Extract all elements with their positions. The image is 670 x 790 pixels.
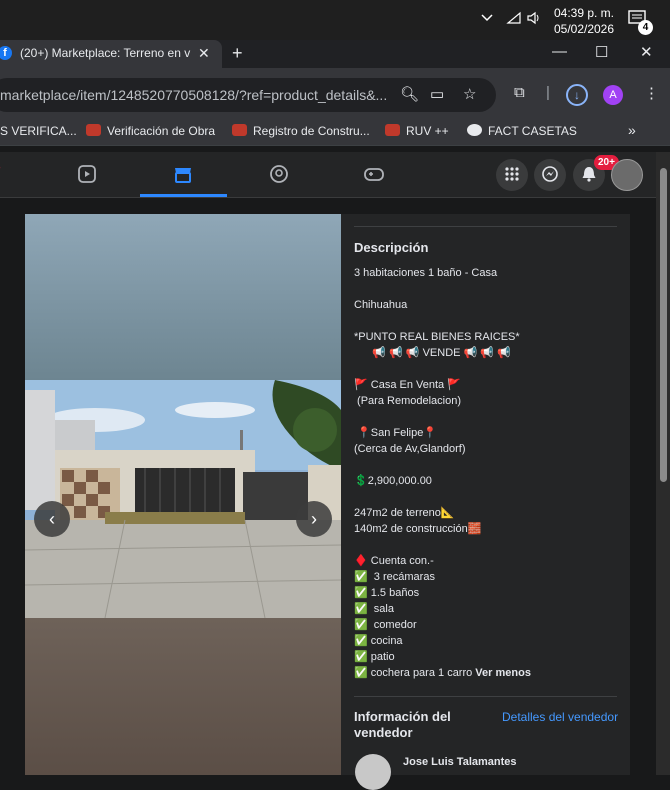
description-text: 3 habitaciones 1 baño - Casa Chihuahua *PU… (354, 265, 624, 681)
groups-icon[interactable] (269, 164, 289, 190)
section-divider (354, 226, 617, 227)
description-line: (Para Remodelacion) (354, 395, 461, 407)
scrollbar-thumb[interactable] (660, 168, 667, 482)
messenger-icon[interactable] (534, 159, 566, 191)
ruv-logo-icon (232, 124, 247, 136)
description-line: 🚩 Casa En Venta 🚩 (354, 379, 461, 391)
description-line (354, 313, 624, 329)
description-line: Chihuahua (354, 299, 408, 311)
description-line: ✅ 1.5 baños (354, 587, 420, 599)
gaming-controller-icon[interactable] (363, 164, 385, 190)
browser-tab-active[interactable]: f (20+) Marketplace: Terreno en v ✕ (0, 40, 222, 68)
description-line: ✅ sala (354, 603, 394, 615)
close-tab-icon[interactable]: ✕ (198, 45, 210, 62)
download-icon[interactable]: ↓ (566, 84, 588, 106)
description-line (354, 409, 624, 425)
description-heading: Descripción (354, 240, 429, 255)
seller-name[interactable]: Jose Luis Talamantes (403, 756, 517, 768)
description-line: (Cerca de Av,Glandorf) (354, 443, 466, 455)
description-line: ✅ comedor (354, 619, 417, 631)
marketplace-icon[interactable] (173, 164, 193, 190)
bookmark-label: FACT CASETAS (488, 124, 577, 138)
facebook-favicon-icon: f (0, 46, 12, 60)
reels-video-icon[interactable] (77, 164, 97, 190)
profile-avatar-icon[interactable]: A (603, 85, 623, 105)
description-line: ♦️ Cuenta con.- (354, 555, 434, 567)
maximize-window-icon[interactable]: ☐ (595, 43, 608, 61)
seller-avatar[interactable] (355, 754, 391, 790)
globe-icon (467, 124, 482, 136)
description-line: 3 habitaciones 1 baño - Casa (354, 267, 498, 279)
menu-grid-icon[interactable] (496, 159, 528, 191)
description-line: ✅ cochera para 1 carro Ver menos (354, 667, 531, 679)
seller-info-heading: Información del vendedor (354, 709, 451, 740)
toolbar-divider: | (546, 84, 550, 101)
description-line: *PUNTO REAL BIENES RAICES* (354, 331, 520, 343)
bookmark-item[interactable]: FACT CASETAS (467, 124, 577, 138)
wifi-icon[interactable] (506, 11, 522, 28)
notification-dot-icon: ● (0, 160, 1, 174)
photo-blurred-backdrop (25, 618, 341, 775)
ruv-logo-icon (385, 124, 400, 136)
bookmark-item[interactable]: Verificación de Obra (86, 124, 215, 138)
description-line (354, 281, 624, 297)
description-line: 💲2,900,000.00 (354, 475, 432, 487)
previous-photo-button[interactable]: ‹ (34, 501, 70, 537)
description-line: ✅ 3 recámaras (354, 571, 435, 583)
cast-icon[interactable]: ▭ (430, 85, 444, 103)
bookmarks-bar: S VERIFICA... Verificación de Obra Regis… (0, 118, 670, 146)
description-line: 📢 📢 📢 VENDE 📢 📢 📢 (354, 347, 511, 359)
clock-time: 04:39 p. m. (553, 6, 615, 20)
listing-details-panel: Descripción 3 habitaciones 1 baño - Casa… (341, 214, 630, 790)
description-line (354, 537, 624, 553)
system-taskbar: 04:39 p. m. 05/02/2026 4 (0, 0, 670, 40)
listing-photo-gallery[interactable]: ‹ › (25, 214, 341, 775)
section-divider (354, 696, 617, 697)
bookmark-item[interactable]: Registro de Constru... (232, 124, 370, 138)
description-line: 📍San Felipe📍 (354, 427, 438, 439)
active-tab-indicator (140, 194, 227, 197)
bookmark-item[interactable]: S VERIFICA... (0, 124, 77, 138)
seller-details-link[interactable]: Detalles del vendedor (502, 710, 618, 724)
close-window-icon[interactable]: ✕ (640, 43, 653, 61)
extensions-puzzle-icon[interactable]: ⧉ (514, 84, 525, 101)
address-bar[interactable]: marketplace/item/1248520770508128/?ref=p… (0, 78, 496, 112)
more-bookmarks-icon[interactable]: » (628, 122, 636, 138)
zoom-search-icon[interactable]: 🔍︎ (400, 85, 419, 103)
description-line: 140m2 de construcción🧱 (354, 523, 482, 535)
volume-icon[interactable] (526, 11, 542, 28)
bookmark-label: RUV ++ (406, 124, 449, 138)
url-text[interactable]: marketplace/item/1248520770508128/?ref=p… (0, 87, 390, 103)
bookmark-item[interactable]: RUV ++ (385, 124, 449, 138)
notification-count-badge: 4 (638, 20, 653, 35)
description-line (354, 489, 624, 505)
description-line (354, 457, 624, 473)
bookmark-label: Registro de Constru... (253, 124, 370, 138)
description-line: 247m2 de terreno📐 (354, 507, 455, 519)
browser-menu-icon[interactable]: ⋮ (644, 84, 659, 102)
description-line: ✅ cocina (354, 635, 403, 647)
clock-date: 05/02/2026 (553, 22, 615, 36)
new-tab-icon[interactable]: + (232, 43, 243, 64)
ruv-logo-icon (86, 124, 101, 136)
listing-main-photo (25, 380, 341, 618)
bookmark-star-icon[interactable]: ☆ (463, 85, 476, 103)
minimize-window-icon[interactable]: — (552, 43, 567, 60)
chevron-up-icon[interactable] (480, 11, 494, 25)
account-avatar[interactable] (611, 159, 643, 191)
browser-tab-strip: f (20+) Marketplace: Terreno en v ✕ + — … (0, 40, 670, 68)
description-line (354, 361, 624, 377)
system-clock[interactable]: 04:39 p. m. 05/02/2026 (552, 5, 616, 37)
description-line: ✅ patio (354, 651, 395, 663)
see-less-link[interactable]: Ver menos (472, 667, 531, 679)
bookmark-label: Verificación de Obra (107, 124, 216, 138)
tab-title: (20+) Marketplace: Terreno en v (20, 46, 191, 60)
photo-blurred-backdrop (25, 214, 341, 380)
next-photo-button[interactable]: › (296, 501, 332, 537)
facebook-nav-header: ● (0, 152, 656, 198)
